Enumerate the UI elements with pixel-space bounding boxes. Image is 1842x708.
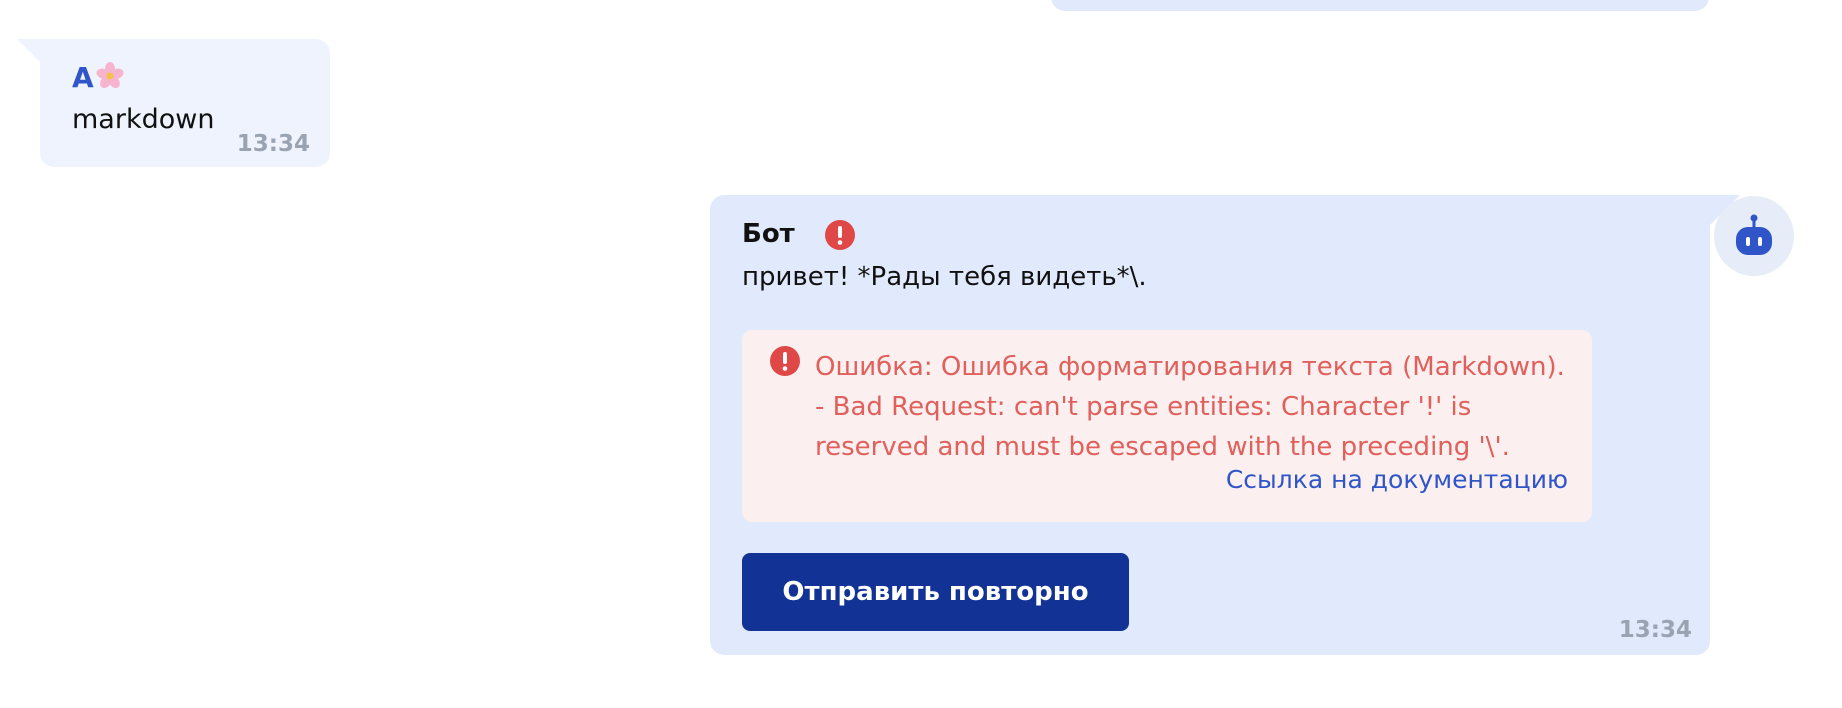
robot-icon — [1736, 214, 1772, 255]
error-box: Ошибка: Ошибка форматирования текста (Ma… — [742, 330, 1592, 522]
resend-button[interactable]: Отправить повторно — [742, 553, 1129, 631]
bot-avatar — [1714, 196, 1794, 276]
documentation-link[interactable]: Ссылка на документацию — [1226, 467, 1568, 492]
bot-message: Бот привет! *Рады тебя видеть*\. Ошибка:… — [710, 195, 1710, 655]
incoming-message-time: 13:34 — [236, 131, 310, 157]
incoming-message-text: markdown — [72, 104, 215, 135]
alert-icon — [825, 220, 855, 250]
previous-message-bubble — [1051, 0, 1709, 11]
bot-sender-name: Бот — [742, 219, 795, 249]
bot-message-time: 13:34 — [1618, 617, 1692, 643]
sender-name: А — [72, 61, 94, 94]
bot-message-text: привет! *Рады тебя видеть*\. — [742, 262, 1147, 292]
incoming-sender: А — [72, 61, 125, 92]
cherry-blossom-icon — [96, 62, 124, 89]
incoming-message: А markdown 13:34 — [40, 39, 330, 167]
chat-area: А markdown 13:34 Бот привет! *Рады тебя … — [0, 0, 1842, 708]
alert-icon — [770, 346, 800, 376]
error-message: Ошибка: Ошибка форматирования текста (Ma… — [815, 352, 1565, 462]
